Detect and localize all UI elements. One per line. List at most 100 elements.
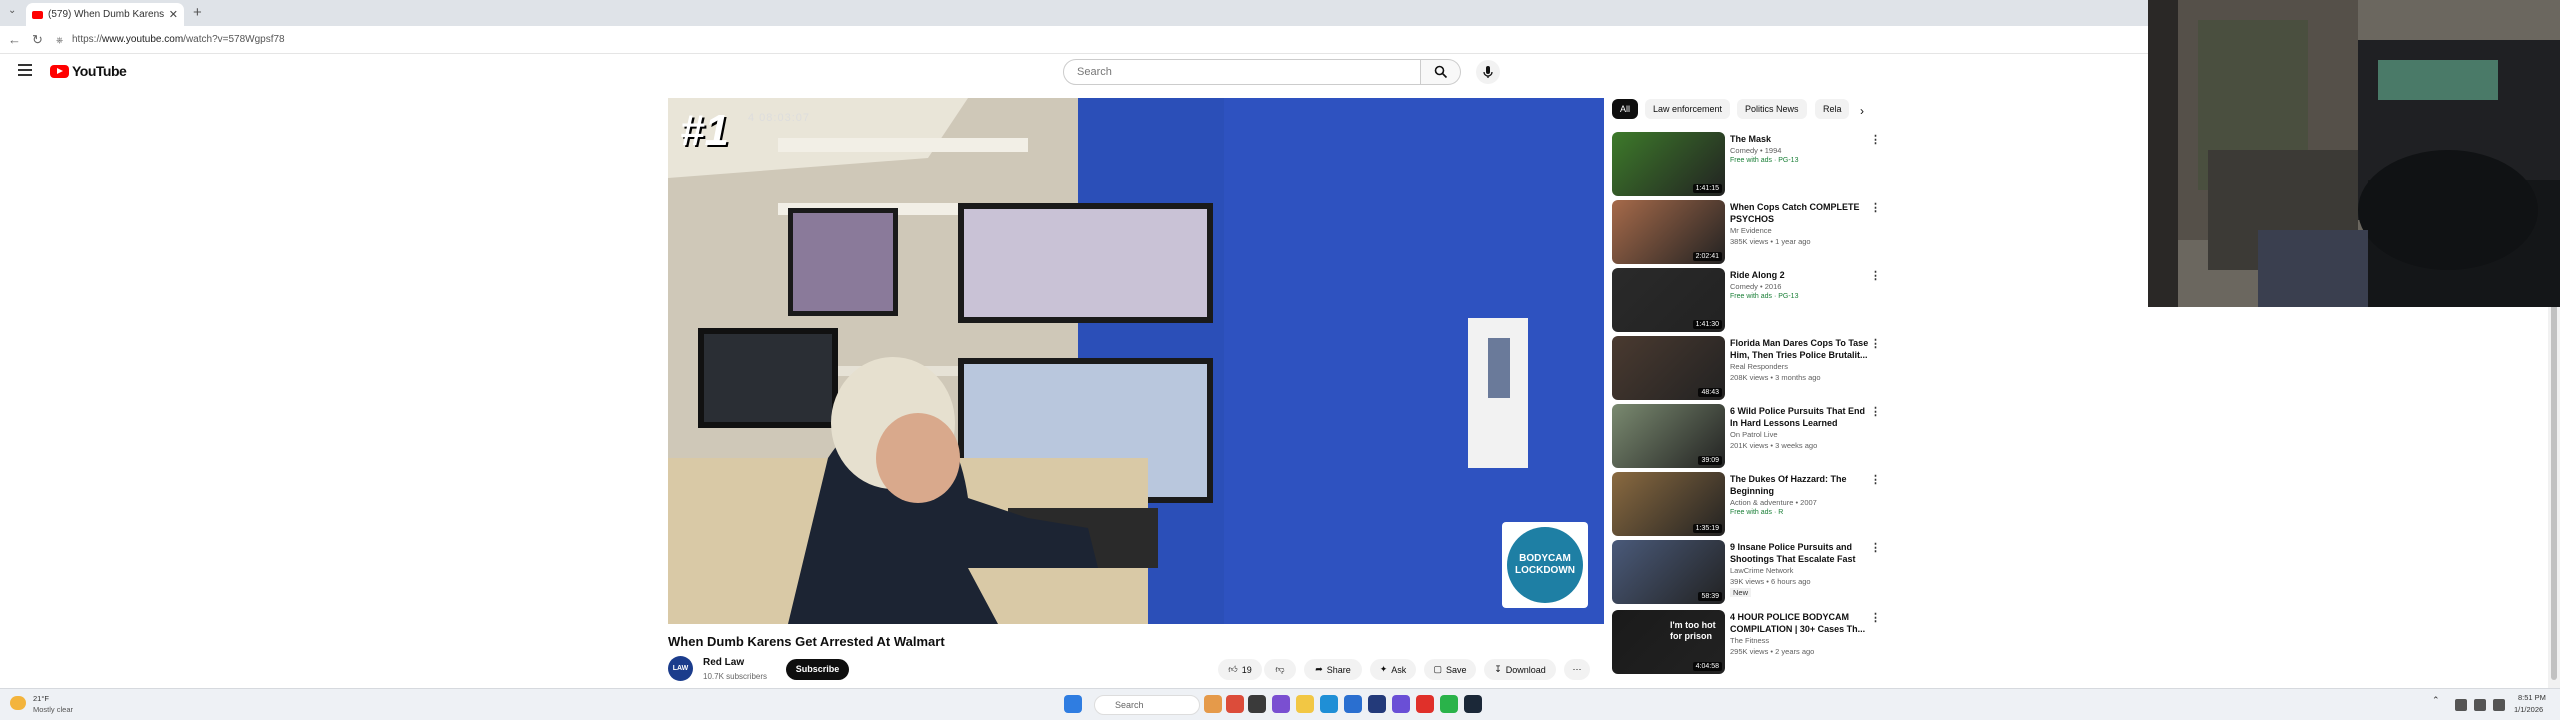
channel-name[interactable]: Red Law [703, 657, 744, 668]
more-vertical-icon[interactable]: ⋮ [1870, 611, 1881, 624]
app-icon-1[interactable] [1226, 695, 1244, 713]
search-input[interactable]: Search [1063, 59, 1421, 85]
webcam-feed [2148, 0, 2560, 307]
share-button[interactable]: ➦ Share [1304, 659, 1362, 680]
taskbar-search[interactable]: Search [1094, 695, 1200, 715]
recommendation-channel[interactable]: Action & adventure • 2007 [1730, 498, 1817, 507]
start-icon[interactable] [1064, 695, 1082, 713]
recommendation-item[interactable]: 4:04:58 I'm too hot for prison 4 HOUR POLI… [1612, 610, 1884, 674]
dislike-button[interactable]: 👎︎ [1264, 659, 1296, 680]
recommendation-channel[interactable]: The Fitness [1730, 636, 1769, 645]
recommendation-item[interactable]: 39:09 6 Wild Police Pursuits That End In … [1612, 404, 1884, 468]
bodycam-lockdown-logo: BODYCAM LOCKDOWN [1502, 522, 1588, 608]
recommendation-title[interactable]: 4 HOUR POLICE BODYCAM COMPILATION | 30+ … [1730, 611, 1870, 635]
ask-button[interactable]: ✦ Ask [1370, 659, 1416, 680]
hamburger-menu-icon[interactable] [18, 64, 32, 76]
store-icon[interactable] [1368, 695, 1386, 713]
video-thumbnail[interactable]: 2:02:41 [1612, 200, 1725, 264]
browser-tab[interactable]: (579) When Dumb Karens Ge ✕ [26, 3, 184, 26]
recommendation-title[interactable]: The Mask [1730, 133, 1870, 145]
more-vertical-icon[interactable]: ⋮ [1870, 337, 1881, 350]
recommendation-title[interactable]: 9 Insane Police Pursuits and Shootings T… [1730, 541, 1870, 565]
recommendation-channel[interactable]: Comedy • 1994 [1730, 146, 1781, 155]
site-info-icon[interactable]: ⎈ [56, 35, 63, 46]
more-vertical-icon[interactable]: ⋮ [1870, 133, 1881, 146]
back-icon[interactable]: ← [8, 32, 21, 47]
video-thumbnail[interactable]: 4:04:58 I'm too hot for prison [1612, 610, 1725, 674]
url-field[interactable]: https://www.youtube.com/watch?v=578Wgpsf… [72, 34, 285, 45]
new-tab-button[interactable]: + [193, 4, 202, 21]
recommendation-item[interactable]: 1:35:19 The Dukes Of Hazzard: The Beginni… [1612, 472, 1884, 536]
more-vertical-icon[interactable]: ⋮ [1870, 405, 1881, 418]
recommendation-channel[interactable]: LawCrime Network [1730, 566, 1793, 575]
more-horizontal-icon: ⋯ [1572, 664, 1582, 674]
close-tab-icon[interactable]: ✕ [169, 8, 178, 21]
weather-description[interactable]: Mostly clear [33, 705, 73, 714]
chip-related[interactable]: Rela [1815, 99, 1849, 119]
recommendation-item[interactable]: 58:39 9 Insane Police Pursuits and Shooti… [1612, 540, 1884, 604]
spotify-icon[interactable] [1440, 695, 1458, 713]
share-icon: ➦ [1315, 664, 1323, 674]
volume-icon[interactable] [2474, 699, 2486, 711]
more-vertical-icon[interactable]: ⋮ [1870, 541, 1881, 554]
youtube-logo[interactable]: YouTube [50, 63, 127, 79]
save-button[interactable]: ▢ Save [1424, 659, 1476, 680]
video-thumbnail[interactable]: 39:09 [1612, 404, 1725, 468]
video-thumbnail[interactable]: 48:43 [1612, 336, 1725, 400]
copilot-icon[interactable] [1272, 695, 1290, 713]
recommendation-title[interactable]: When Cops Catch COMPLETE PSYCHOS [1730, 201, 1870, 225]
edge-icon[interactable] [1320, 695, 1338, 713]
video-thumbnail[interactable]: 1:41:30 [1612, 268, 1725, 332]
recommendation-item[interactable]: 48:43 Florida Man Dares Cops To Tase Him,… [1612, 336, 1884, 400]
more-vertical-icon[interactable]: ⋮ [1870, 201, 1881, 214]
download-button[interactable]: ↧ Download [1484, 659, 1556, 680]
search-button[interactable] [1421, 59, 1461, 85]
video-thumbnail[interactable]: 58:39 [1612, 540, 1725, 604]
recommendation-channel[interactable]: Comedy • 2016 [1730, 282, 1781, 291]
reload-icon[interactable]: ↻ [32, 32, 43, 48]
more-actions-button[interactable]: ⋯ [1564, 659, 1590, 680]
outlook-icon[interactable] [1344, 695, 1362, 713]
recommendation-channel[interactable]: Mr Evidence [1730, 226, 1772, 235]
more-vertical-icon[interactable]: ⋮ [1870, 473, 1881, 486]
subscribe-button[interactable]: Subscribe [786, 659, 849, 680]
recommendation-title[interactable]: Ride Along 2 [1730, 269, 1870, 281]
recommendation-meta: 385K views • 1 year ago [1730, 237, 1811, 246]
more-vertical-icon[interactable]: ⋮ [1870, 269, 1881, 282]
recommendation-channel[interactable]: On Patrol Live [1730, 430, 1778, 439]
clock-date[interactable]: 1/1/2026 [2514, 705, 2543, 714]
recommendation-item[interactable]: 1:41:15 The Mask Comedy • 1994 Free with ad… [1612, 132, 1884, 196]
weather-temperature[interactable]: 21°F [33, 694, 49, 703]
video-thumbnail[interactable]: 1:41:15 [1612, 132, 1725, 196]
voice-search-button[interactable] [1476, 60, 1500, 84]
steam-icon[interactable] [1464, 695, 1482, 713]
duration-badge: 58:39 [1698, 592, 1722, 601]
recommendation-item[interactable]: 1:41:30 Ride Along 2 Comedy • 2016 Free wit… [1612, 268, 1884, 332]
task-view-icon[interactable] [1248, 695, 1266, 713]
like-button[interactable]: 👍︎ 19 [1218, 659, 1262, 680]
widgets-icon[interactable] [1204, 695, 1222, 713]
weather-icon[interactable] [10, 696, 26, 710]
discord-icon[interactable] [1392, 695, 1410, 713]
recommendation-title[interactable]: Florida Man Dares Cops To Tase Him, Then… [1730, 337, 1870, 361]
thumbnail-caption: I'm too hot for prison [1670, 620, 1716, 641]
tab-menu-icon[interactable]: ⌄ [8, 5, 16, 16]
chevron-up-icon[interactable]: ⌃ [2432, 695, 2442, 713]
clock-time[interactable]: 8:51 PM [2518, 693, 2546, 702]
video-player[interactable]: #1 4 08:03:07 BODYCAM LOCKDOWN [668, 98, 1604, 624]
chip-politics-news[interactable]: Politics News [1737, 99, 1807, 119]
recommendation-title[interactable]: The Dukes Of Hazzard: The Beginning [1730, 473, 1870, 497]
chevron-right-icon[interactable]: › [1860, 104, 1864, 118]
chip-law-enforcement[interactable]: Law enforcement [1645, 99, 1731, 119]
recommendation-channel[interactable]: Real Responders [1730, 362, 1788, 371]
recommendation-item[interactable]: 2:02:41 When Cops Catch COMPLETE PSYCHOS M… [1612, 200, 1884, 264]
video-thumbnail[interactable]: 1:35:19 [1612, 472, 1725, 536]
channel-avatar[interactable]: LAW [668, 656, 693, 681]
file-explorer-icon[interactable] [1296, 695, 1314, 713]
battery-icon[interactable] [2493, 699, 2505, 711]
chrome-icon[interactable] [1416, 695, 1434, 713]
network-icon[interactable] [2455, 699, 2467, 711]
chip-all[interactable]: All [1612, 99, 1639, 119]
scrollbar-thumb[interactable] [2551, 300, 2557, 680]
recommendation-title[interactable]: 6 Wild Police Pursuits That End In Hard … [1730, 405, 1870, 429]
